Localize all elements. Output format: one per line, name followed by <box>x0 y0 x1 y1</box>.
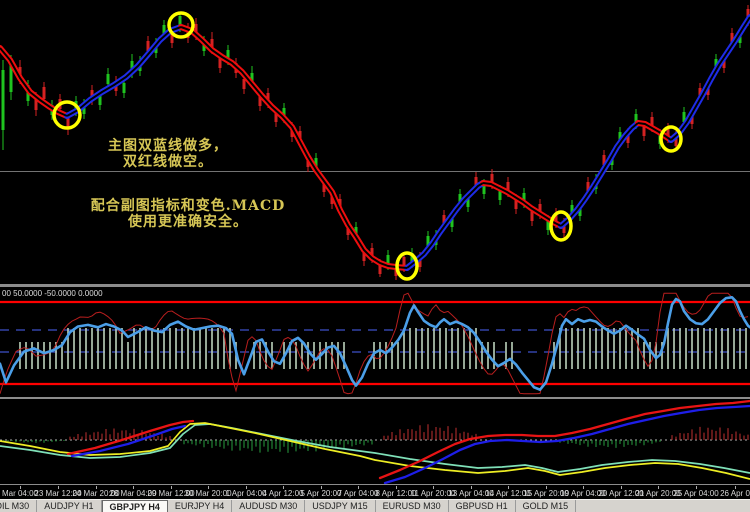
chart-tab-eurusd-m30[interactable]: EURUSD M30 <box>376 500 449 512</box>
time-axis-label: 25 Apr 04:00 <box>673 489 718 498</box>
time-axis-label: 30 Mar 20:00 <box>184 489 231 498</box>
trading-terminal-window: 主图双蓝线做多， 双红线做空。 配合副图指标和变色.MACD 使用更准确安全。 … <box>0 0 750 512</box>
macd-subwindow-canvas[interactable] <box>0 399 750 484</box>
time-axis-label: 7 Apr 04:00 <box>338 489 379 498</box>
chart-tab-audusd-m30[interactable]: AUDUSD M30 <box>232 500 305 512</box>
chart-tab-bar: OIL M30AUDJPY H1GBPJPY H4EURJPY H4AUDUSD… <box>0 499 750 512</box>
time-axis: Mar 04:0023 Mar 12:0024 Mar 20:0028 Mar … <box>0 486 750 499</box>
time-axis-label: 4 Apr 12:00 <box>263 489 304 498</box>
annotation-line-3: 配合副图指标和变色.MACD <box>48 198 328 214</box>
annotation-line-1: 主图双蓝线做多， <box>38 138 298 154</box>
chart-tab-gold-m15[interactable]: GOLD M15 <box>516 500 577 512</box>
time-axis-label: 1 Apr 04:00 <box>226 489 267 498</box>
annotation-subchart-hint: 配合副图指标和变色.MACD 使用更准确安全。 <box>48 198 328 230</box>
chart-tab-usdjpy-m15[interactable]: USDJPY M15 <box>305 500 375 512</box>
annotation-line-2: 双红线做空。 <box>38 154 298 170</box>
chart-tab-oil-m30[interactable]: OIL M30 <box>0 500 37 512</box>
chart-tab-audjpy-h1[interactable]: AUDJPY H1 <box>37 500 101 512</box>
time-axis-label: Mar 04:00 <box>2 489 38 498</box>
time-axis-label: 5 Apr 20:00 <box>301 489 342 498</box>
chart-tab-gbpusd-h1[interactable]: GBPUSD H1 <box>449 500 516 512</box>
annotation-line-4: 使用更准确安全。 <box>48 214 328 230</box>
window-separator <box>0 484 750 485</box>
oscillator-subwindow-canvas[interactable] <box>0 287 750 397</box>
chart-tab-gbpjpy-h4[interactable]: GBPJPY H4 <box>102 500 168 512</box>
oscillator-values-label: 00 50.0000 -50.0000 0.0000 <box>2 289 103 298</box>
chart-tab-eurjpy-h4[interactable]: EURJPY H4 <box>168 500 232 512</box>
annotation-main-signal: 主图双蓝线做多， 双红线做空。 <box>38 138 298 170</box>
time-axis-label: 26 Apr 0 <box>720 489 750 498</box>
